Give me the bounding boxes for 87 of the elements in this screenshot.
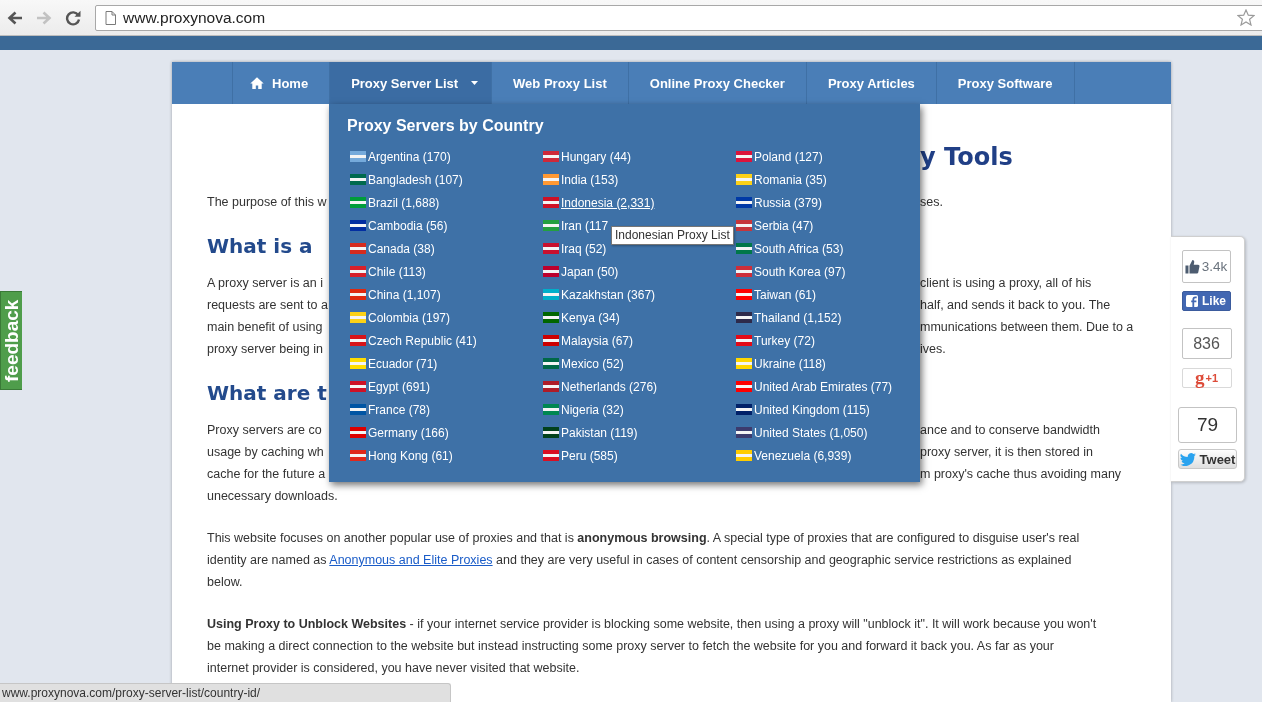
reload-icon[interactable] [65, 9, 81, 26]
paragraph-text: ives. [920, 341, 946, 358]
plus-one-button[interactable]: g+1 [1181, 368, 1232, 388]
paragraph-text: Using Proxy to Unblock Websites - if your internet service provider is blocking some website, then using a proxy will "unblock it". It will work because you won't be making a direct connection to the website but instead instructing some proxy server to fetch the website for you and forward it back you. As far as your internet provider is considered, you have never visited that website. [207, 616, 1097, 677]
letter-f-icon [1186, 295, 1198, 307]
share-count: 836 [1193, 334, 1220, 353]
country-link[interactable]: Germany (166) [350, 421, 449, 444]
country-link[interactable]: Russia (379) [736, 191, 823, 214]
country-link[interactable]: Venezuela (6,939) [736, 444, 852, 467]
paragraph-text: The purpose of this w [207, 194, 327, 211]
country-link[interactable]: Bangladesh (107) [350, 168, 463, 191]
country-link[interactable]: Colombia (197) [350, 306, 451, 329]
country-link[interactable]: United Kingdom (115) [736, 398, 870, 421]
address-bar[interactable]: www.proxynova.com [95, 4, 1262, 31]
paragraph-text: cache for the future a [207, 466, 326, 483]
paragraph-text: mmunications between them. Due to a [920, 319, 1134, 336]
menu-title: Proxy Servers by Country [347, 116, 544, 136]
country-link[interactable]: Malaysia (67) [543, 329, 634, 352]
back-arrow-icon[interactable] [7, 10, 23, 25]
caret-icon [471, 81, 479, 85]
country-link[interactable]: Egypt (691) [350, 375, 431, 398]
country-link[interactable]: Ecuador (71) [350, 352, 438, 375]
country-link[interactable]: Iraq (52) [543, 237, 607, 260]
section-heading: What are t [207, 380, 327, 406]
country-link[interactable]: Serbia (47) [736, 214, 814, 237]
country-link[interactable]: Taiwan (61) [736, 283, 817, 306]
country-link[interactable]: Poland (127) [736, 145, 823, 168]
country-link[interactable]: Iran (117 [543, 214, 609, 237]
country-link[interactable]: China (1,107) [350, 283, 441, 306]
paragraph-text: proxy server being in [207, 341, 324, 358]
country-link[interactable]: United Arab Emirates (77) [736, 375, 893, 398]
paragraph-text: Proxy servers are co [207, 422, 322, 439]
country-link[interactable]: South Africa (53) [736, 237, 844, 260]
paragraph-text: ance and to conserve bandwidth [920, 422, 1100, 439]
nav-link[interactable]: Proxy Server List [329, 62, 492, 104]
country-link[interactable]: Hungary (44) [543, 145, 632, 168]
like-button[interactable]: Like [1181, 291, 1231, 311]
thumbs-up-icon [1184, 259, 1200, 274]
bookmark-star-icon[interactable] [1237, 9, 1255, 26]
bird-icon [1179, 452, 1196, 466]
paragraph-text: This website focuses on another popular use of proxies and that is anonymous browsing. A special type of proxies that are configured to disguise user's real identity are named as Anonymous and Elite Proxies and they are very useful in cases of content censorship and geographic service restrictions as explained below. [207, 530, 1081, 591]
country-link[interactable]: Thailand (1,152) [736, 306, 842, 329]
share-count: 79 [1196, 414, 1219, 436]
country-link[interactable]: South Korea (97) [736, 260, 846, 283]
country-link[interactable]: United States (1,050) [736, 421, 868, 444]
paragraph-text: requests are sent to a [207, 297, 328, 314]
country-link[interactable]: Hong Kong (61) [350, 444, 453, 467]
paragraph-text: half, and sends it back to you. The [920, 297, 1111, 314]
share-count: 3.4k [1201, 259, 1228, 274]
country-link[interactable]: Pakistan (119) [543, 421, 638, 444]
section-heading: What is a [207, 233, 313, 259]
feedback-tab[interactable]: feedback [0, 291, 22, 390]
page-icon [105, 10, 116, 25]
paragraph-text: m proxy's cache thus avoiding many [920, 466, 1122, 483]
country-link[interactable]: India (153) [543, 168, 619, 191]
home-icon [250, 77, 264, 89]
country-link[interactable]: Japan (50) [543, 260, 619, 283]
country-link[interactable]: Mexico (52) [543, 352, 624, 375]
country-link[interactable]: Indonesia (2,331) [543, 191, 655, 214]
country-link[interactable]: Peru (585) [543, 444, 618, 467]
paragraph-text: A proxy server is an i [207, 275, 323, 292]
paragraph-text: main benefit of using [207, 319, 323, 336]
country-link[interactable]: Argentina (170) [350, 145, 451, 168]
status-bar: www.proxynova.com/proxy-server-list/country-id/ [0, 683, 451, 702]
country-link[interactable]: Netherlands (276) [543, 375, 658, 398]
text-link[interactable]: Anonymous and Elite Proxies [329, 553, 493, 567]
paragraph-text: client is using a proxy, all of his [920, 275, 1092, 292]
page-title: y Tools [920, 142, 1013, 172]
country-link[interactable]: Turkey (72) [736, 329, 815, 352]
tweet-button[interactable]: Tweet [1178, 449, 1237, 469]
nav-link[interactable]: Proxy Software [935, 62, 1075, 104]
paragraph-text: unecessary downloads. [207, 488, 338, 505]
country-link[interactable]: Czech Republic (41) [350, 329, 477, 352]
tooltip: Indonesian Proxy List [611, 226, 734, 245]
country-link[interactable]: Brazil (1,688) [350, 191, 440, 214]
country-link[interactable]: Canada (38) [350, 237, 435, 260]
country-link[interactable]: Romania (35) [736, 168, 827, 191]
country-link[interactable]: Ukraine (118) [736, 352, 826, 375]
country-link[interactable]: Kazakhstan (367) [543, 283, 656, 306]
country-link[interactable]: Nigeria (32) [543, 398, 624, 421]
paragraph-text: ses. [920, 194, 943, 211]
country-link[interactable]: France (78) [350, 398, 431, 421]
paragraph-text: usage by caching wh [207, 444, 324, 461]
country-link[interactable]: Cambodia (56) [350, 214, 448, 237]
country-link[interactable]: Chile (113) [350, 260, 426, 283]
paragraph-text: proxy server, it is then stored in [920, 444, 1093, 461]
country-link[interactable]: Kenya (34) [543, 306, 620, 329]
